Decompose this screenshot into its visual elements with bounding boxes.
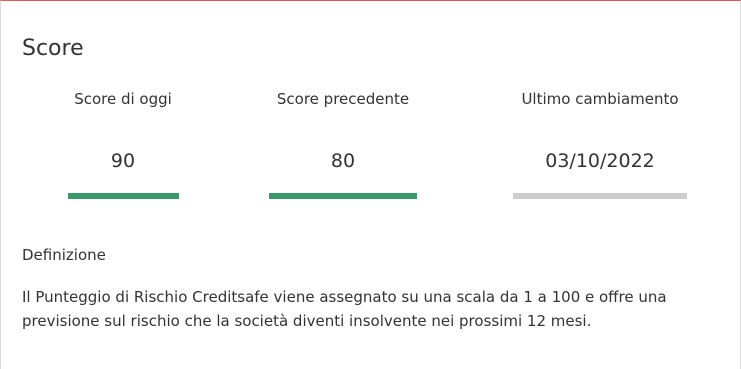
metric-bar — [67, 193, 179, 199]
card-title: Score — [22, 36, 84, 61]
metric-bar — [269, 193, 417, 199]
metric-value: 90 — [110, 150, 136, 172]
metric-previous-score: Score precedente 80 — [255, 89, 431, 199]
definition-text: Il Punteggio di Rischio Creditsafe viene… — [22, 288, 667, 330]
metric-label: Ultimo cambiamento — [521, 90, 679, 108]
metric-label: Score precedente — [276, 90, 410, 108]
definition-heading: Definizione — [22, 246, 106, 264]
metric-value: 80 — [330, 150, 356, 172]
score-card: Score Score di oggi 90 Score precedente … — [0, 0, 741, 369]
metric-value: 03/10/2022 — [545, 150, 655, 172]
metric-label: Score di oggi — [74, 90, 172, 108]
metric-today-score: Score di oggi 90 — [49, 89, 197, 199]
metric-last-change: Ultimo cambiamento 03/10/2022 — [489, 89, 711, 199]
metric-bar — [513, 193, 687, 199]
